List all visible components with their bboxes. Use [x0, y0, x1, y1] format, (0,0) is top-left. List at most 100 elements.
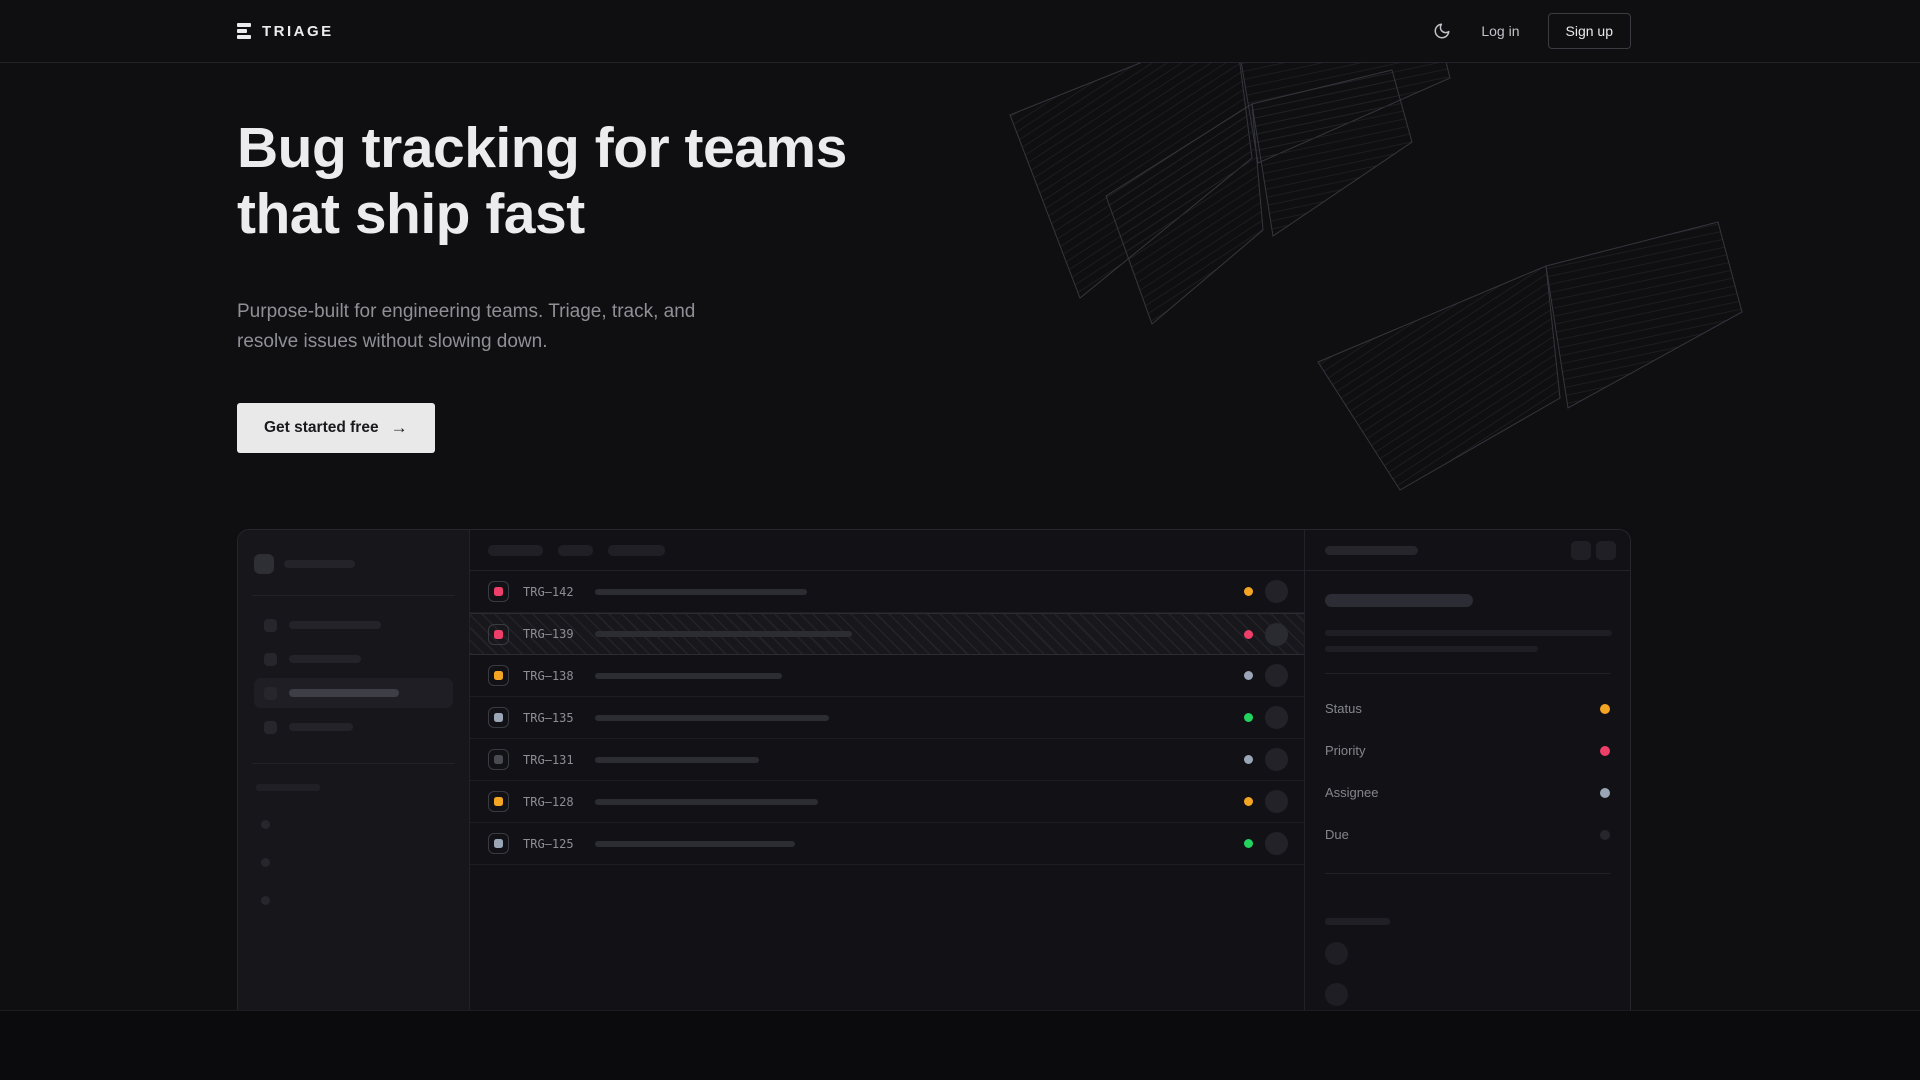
issue-row[interactable]: TRG–131 [470, 739, 1304, 781]
due-value-dot [1600, 830, 1610, 840]
moon-icon [1433, 22, 1451, 40]
assignee-avatar [1265, 580, 1288, 603]
assignee-value-dot [1600, 788, 1610, 798]
issue-title-skeleton [1325, 594, 1473, 607]
logo-text: TRIAGE [262, 23, 334, 40]
assignee-avatar [1265, 664, 1288, 687]
status-dot [1244, 671, 1253, 680]
hero-title-line2: that ship fast [237, 182, 585, 246]
skeleton-bar [289, 655, 361, 663]
divider [1325, 673, 1610, 674]
sidebar-item[interactable] [254, 712, 453, 742]
issue-id: TRG–128 [523, 795, 585, 809]
property-row: Status [1325, 701, 1610, 716]
tab-placeholder [488, 545, 543, 556]
property-label: Due [1325, 827, 1349, 842]
issue-id: TRG–142 [523, 585, 585, 599]
assignee-avatar [1265, 706, 1288, 729]
status-dot [1244, 839, 1253, 848]
skeleton-bar [595, 673, 782, 679]
status-checkbox-icon [488, 581, 509, 602]
issue-row[interactable]: TRG–135 [470, 697, 1304, 739]
skeleton-bar [595, 589, 807, 595]
status-checkbox-icon [488, 833, 509, 854]
panel-header [1305, 530, 1630, 571]
login-link[interactable]: Log in [1481, 23, 1519, 39]
skeleton-bar [595, 631, 852, 637]
property-label: Status [1325, 701, 1362, 716]
panel-action-button[interactable] [1571, 541, 1591, 560]
assignee-avatar [1265, 623, 1288, 646]
assignee-avatar [1265, 790, 1288, 813]
status-checkbox-icon [488, 791, 509, 812]
comment-avatar [1325, 942, 1348, 965]
issue-id: TRG–135 [523, 711, 585, 725]
sidebar-item[interactable] [254, 644, 453, 674]
issue-row-selected[interactable]: TRG–139 [470, 613, 1304, 655]
sidebar-item-active[interactable] [254, 678, 453, 708]
skeleton-bar [289, 723, 353, 731]
issue-row[interactable]: TRG–125 [470, 823, 1304, 865]
mockup-sidebar [238, 530, 470, 1014]
skeleton-line [1325, 630, 1612, 636]
issue-list: TRG–142 TRG–139 TRG–138 TRG–135 [470, 530, 1305, 1014]
cta-label: Get started free [264, 419, 379, 437]
property-row: Due [1325, 827, 1610, 842]
issue-id: TRG–125 [523, 837, 585, 851]
status-dot [1244, 587, 1253, 596]
assignee-avatar [1265, 748, 1288, 771]
status-value-dot [1600, 704, 1610, 714]
issue-id: TRG–138 [523, 669, 585, 683]
status-dot [1244, 630, 1253, 639]
issue-row[interactable]: TRG–128 [470, 781, 1304, 823]
workspace-switcher[interactable] [254, 554, 453, 574]
status-checkbox-icon [488, 749, 509, 770]
app-mockup: TRG–142 TRG–139 TRG–138 TRG–135 [237, 529, 1631, 1015]
workspace-avatar [254, 554, 274, 574]
sidebar-dot [261, 820, 270, 829]
tab-placeholder [558, 545, 593, 556]
sidebar-item-icon [264, 619, 277, 632]
footer [0, 1010, 1920, 1080]
sidebar-item-icon [264, 687, 277, 700]
property-label: Assignee [1325, 785, 1378, 800]
skeleton-bar [289, 621, 381, 629]
divider [252, 763, 455, 764]
hero-section: Bug tracking for teamsthat ship fast Pur… [237, 63, 1631, 453]
sidebar-item-icon [264, 721, 277, 734]
sidebar-section-label [256, 784, 320, 791]
issue-id: TRG–131 [523, 753, 585, 767]
issue-row[interactable]: TRG–138 [470, 655, 1304, 697]
skeleton-line [1325, 646, 1538, 652]
property-row: Assignee [1325, 785, 1610, 800]
triage-logo-icon [237, 23, 251, 39]
logo[interactable]: TRIAGE [237, 23, 334, 40]
comment-avatar [1325, 983, 1348, 1006]
arrow-right-icon: → [391, 418, 408, 438]
hero-title-line1: Bug tracking for teams [237, 116, 847, 180]
panel-action-button[interactable] [1596, 541, 1616, 560]
signup-button[interactable]: Sign up [1548, 13, 1631, 49]
sidebar-item-icon [264, 653, 277, 666]
sidebar-item[interactable] [254, 610, 453, 640]
get-started-button[interactable]: Get started free → [237, 403, 435, 453]
hero-title: Bug tracking for teamsthat ship fast [237, 115, 1631, 247]
skeleton-bar [595, 757, 759, 763]
skeleton-bar [595, 841, 795, 847]
tab-placeholder [608, 545, 665, 556]
property-label: Priority [1325, 743, 1365, 758]
status-checkbox-icon [488, 707, 509, 728]
property-row: Priority [1325, 743, 1610, 758]
skeleton-bar [1325, 918, 1390, 925]
top-nav: TRIAGE Log in Sign up [0, 0, 1920, 63]
divider [252, 595, 455, 596]
issue-id: TRG–139 [523, 627, 585, 641]
issue-row[interactable]: TRG–142 [470, 571, 1304, 613]
status-checkbox-icon [488, 665, 509, 686]
skeleton-bar [595, 799, 818, 805]
divider [1325, 873, 1610, 874]
status-dot [1244, 797, 1253, 806]
status-checkbox-icon [488, 624, 509, 645]
hero-subtitle: Purpose-built for engineering teams. Tri… [237, 297, 707, 357]
theme-toggle-button[interactable] [1431, 20, 1453, 42]
